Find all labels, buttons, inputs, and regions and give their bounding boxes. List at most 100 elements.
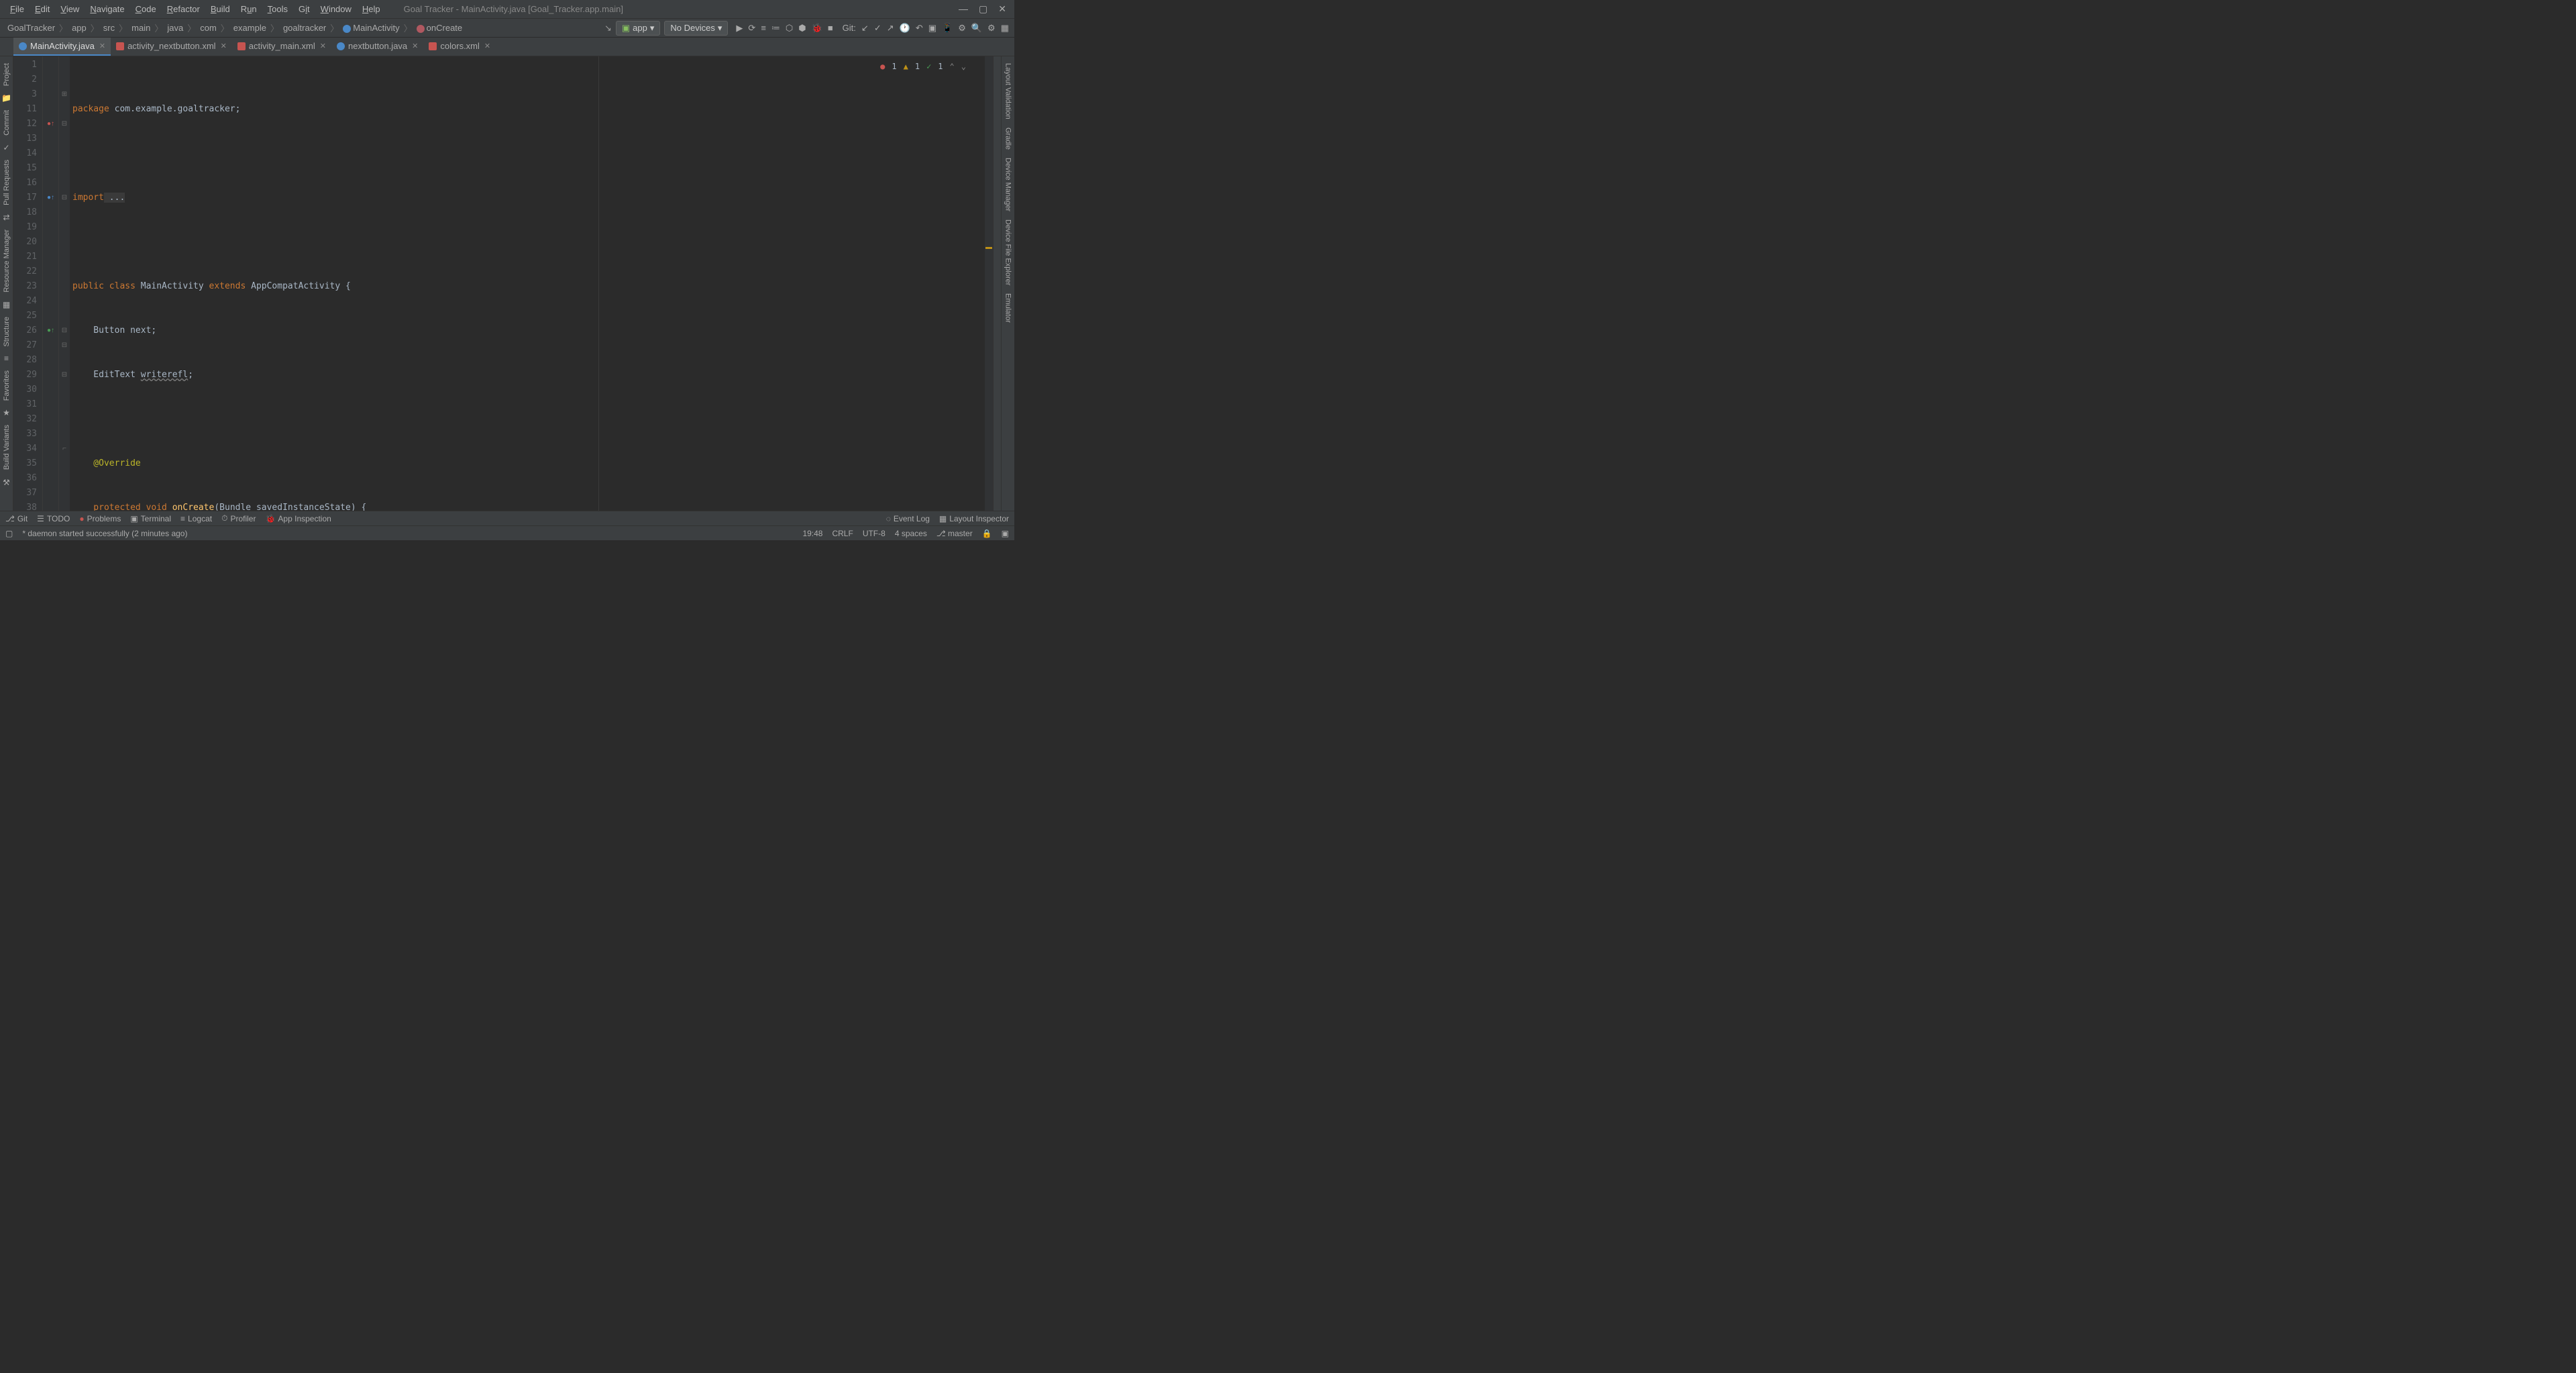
btab-profiler[interactable]: ⏱ Profiler: [221, 513, 256, 523]
override-icon[interactable]: ●↑: [43, 117, 58, 132]
crumb[interactable]: onCreate: [415, 21, 464, 34]
push-icon[interactable]: ↗: [887, 23, 894, 34]
sync-icon[interactable]: ↘: [604, 23, 612, 34]
lock-icon[interactable]: 🔒: [982, 529, 992, 538]
attach-icon[interactable]: ⬡: [786, 23, 793, 34]
indent[interactable]: 4 spaces: [895, 529, 927, 538]
btab-appinspection[interactable]: 🐞 App Inspection: [265, 514, 331, 523]
tab[interactable]: activity_main.xml✕: [232, 38, 331, 56]
rail-commit[interactable]: Commit: [1, 106, 12, 140]
debug-icon[interactable]: ⟳: [748, 23, 755, 34]
fold-icon[interactable]: ⊞: [59, 87, 70, 102]
crumb[interactable]: goaltracker: [281, 21, 328, 34]
crumb[interactable]: GoalTracker: [5, 21, 57, 34]
btab-logcat[interactable]: ≡ Logcat: [180, 514, 212, 523]
fold-icon[interactable]: ⊟: [59, 368, 70, 383]
expand-up-icon[interactable]: ⌃: [950, 59, 955, 74]
tab[interactable]: nextbutton.java✕: [331, 38, 423, 56]
notifications-icon[interactable]: ▣: [1002, 529, 1009, 538]
rail-resource-manager[interactable]: Resource Manager: [1, 225, 12, 297]
menu-code[interactable]: Code: [131, 2, 161, 16]
profile-icon[interactable]: ≡: [761, 23, 766, 33]
fold-icon[interactable]: ⊟: [59, 323, 70, 338]
scrollbar[interactable]: [993, 56, 1001, 511]
rail-build-variants[interactable]: Build Variants: [1, 421, 12, 474]
search-icon[interactable]: 🔍: [971, 23, 982, 34]
menu-tools[interactable]: Tools: [263, 2, 292, 16]
menu-navigate[interactable]: Navigate: [85, 2, 129, 16]
tab-close-icon[interactable]: ✕: [99, 42, 105, 50]
rail-structure[interactable]: Structure: [1, 313, 12, 351]
stop-icon[interactable]: ■: [828, 23, 833, 33]
tab-close-icon[interactable]: ✕: [221, 42, 227, 50]
layout-icon[interactable]: ▦: [1001, 23, 1009, 34]
close-icon[interactable]: ✕: [998, 3, 1006, 15]
menu-refactor[interactable]: Refactor: [162, 2, 205, 16]
cursor-position[interactable]: 19:48: [802, 529, 822, 538]
git-branch[interactable]: ⎇ master: [936, 529, 973, 538]
line-separator[interactable]: CRLF: [832, 529, 853, 538]
tab[interactable]: MainActivity.java✕: [13, 38, 111, 56]
menu-file[interactable]: File: [5, 2, 29, 16]
commit-icon[interactable]: ✓: [874, 23, 881, 34]
rail-layout-validation[interactable]: Layout Validation: [1003, 59, 1014, 123]
menu-run[interactable]: Run: [236, 2, 262, 16]
crumb[interactable]: main: [129, 21, 152, 34]
btab-terminal[interactable]: ▣ Terminal: [130, 514, 171, 523]
btab-problems[interactable]: ● Problems: [79, 514, 121, 523]
fold-icon[interactable]: ⊟: [59, 117, 70, 132]
rail-device-manager[interactable]: Device Manager: [1003, 154, 1014, 215]
crumb[interactable]: com: [198, 21, 219, 34]
tab[interactable]: colors.xml✕: [423, 38, 496, 56]
implement-icon[interactable]: ●↑: [43, 323, 58, 338]
minimize-icon[interactable]: —: [959, 3, 968, 15]
menu-help[interactable]: Help: [358, 2, 385, 16]
menu-edit[interactable]: Edit: [30, 2, 54, 16]
expand-down-icon[interactable]: ⌄: [961, 59, 966, 74]
revert-icon[interactable]: ↶: [916, 23, 923, 34]
rail-device-file-explorer[interactable]: Device File Explorer: [1003, 215, 1014, 289]
btab-layoutinspector[interactable]: ▦ Layout Inspector: [939, 514, 1009, 523]
rail-favorites[interactable]: Favorites: [1, 366, 12, 405]
maximize-icon[interactable]: ▢: [979, 3, 987, 15]
ide-settings-icon[interactable]: ⚙: [987, 23, 996, 34]
tab[interactable]: activity_nextbutton.xml✕: [111, 38, 232, 56]
toolicon1[interactable]: ▣: [928, 23, 936, 34]
rail-pull-requests[interactable]: Pull Requests: [1, 156, 12, 209]
fold-icon[interactable]: ⊟: [59, 191, 70, 205]
debug-run-icon[interactable]: 🐞: [812, 23, 822, 34]
coverage-icon[interactable]: ≔: [771, 23, 780, 34]
btab-eventlog[interactable]: ◌ Event Log: [886, 514, 930, 523]
tab-close-icon[interactable]: ✕: [484, 42, 490, 50]
crumb[interactable]: MainActivity: [341, 21, 401, 34]
crumb[interactable]: src: [101, 21, 117, 34]
code-content[interactable]: package com.example.goaltracker; import …: [70, 56, 985, 511]
toolicon2[interactable]: 📱: [942, 23, 953, 34]
fold-icon[interactable]: ⊟: [59, 338, 70, 353]
fold-end-icon[interactable]: ⌐: [59, 442, 70, 456]
status-indicator-icon[interactable]: ▢: [5, 529, 13, 538]
run-icon[interactable]: ▶: [736, 23, 743, 34]
device-selector[interactable]: No Devices▾: [664, 21, 728, 36]
menu-build[interactable]: Build: [206, 2, 235, 16]
run-config-selector[interactable]: ▣app▾: [616, 21, 661, 36]
menu-view[interactable]: View: [56, 2, 84, 16]
rail-emulator[interactable]: Emulator: [1003, 289, 1014, 327]
tab-close-icon[interactable]: ✕: [320, 42, 326, 50]
bug-icon[interactable]: ⬢: [798, 23, 806, 34]
crumb[interactable]: java: [165, 21, 185, 34]
override-icon[interactable]: ●↑: [43, 191, 58, 205]
encoding[interactable]: UTF-8: [863, 529, 885, 538]
editor[interactable]: 1231112131415161718192021222324252627282…: [13, 56, 1001, 511]
crumb[interactable]: example: [231, 21, 268, 34]
marker-bar[interactable]: [985, 56, 993, 511]
history-icon[interactable]: 🕐: [900, 23, 910, 34]
tab-close-icon[interactable]: ✕: [412, 42, 418, 50]
menu-window[interactable]: Window: [316, 2, 356, 16]
inspections-widget[interactable]: ●1 ▲1 ✓1 ⌃ ⌄: [880, 59, 966, 74]
menu-git[interactable]: Git: [294, 2, 315, 16]
rail-project[interactable]: Project: [1, 59, 12, 90]
rail-gradle[interactable]: Gradle: [1003, 123, 1014, 154]
crumb[interactable]: app: [70, 21, 89, 34]
update-icon[interactable]: ↙: [861, 23, 869, 34]
